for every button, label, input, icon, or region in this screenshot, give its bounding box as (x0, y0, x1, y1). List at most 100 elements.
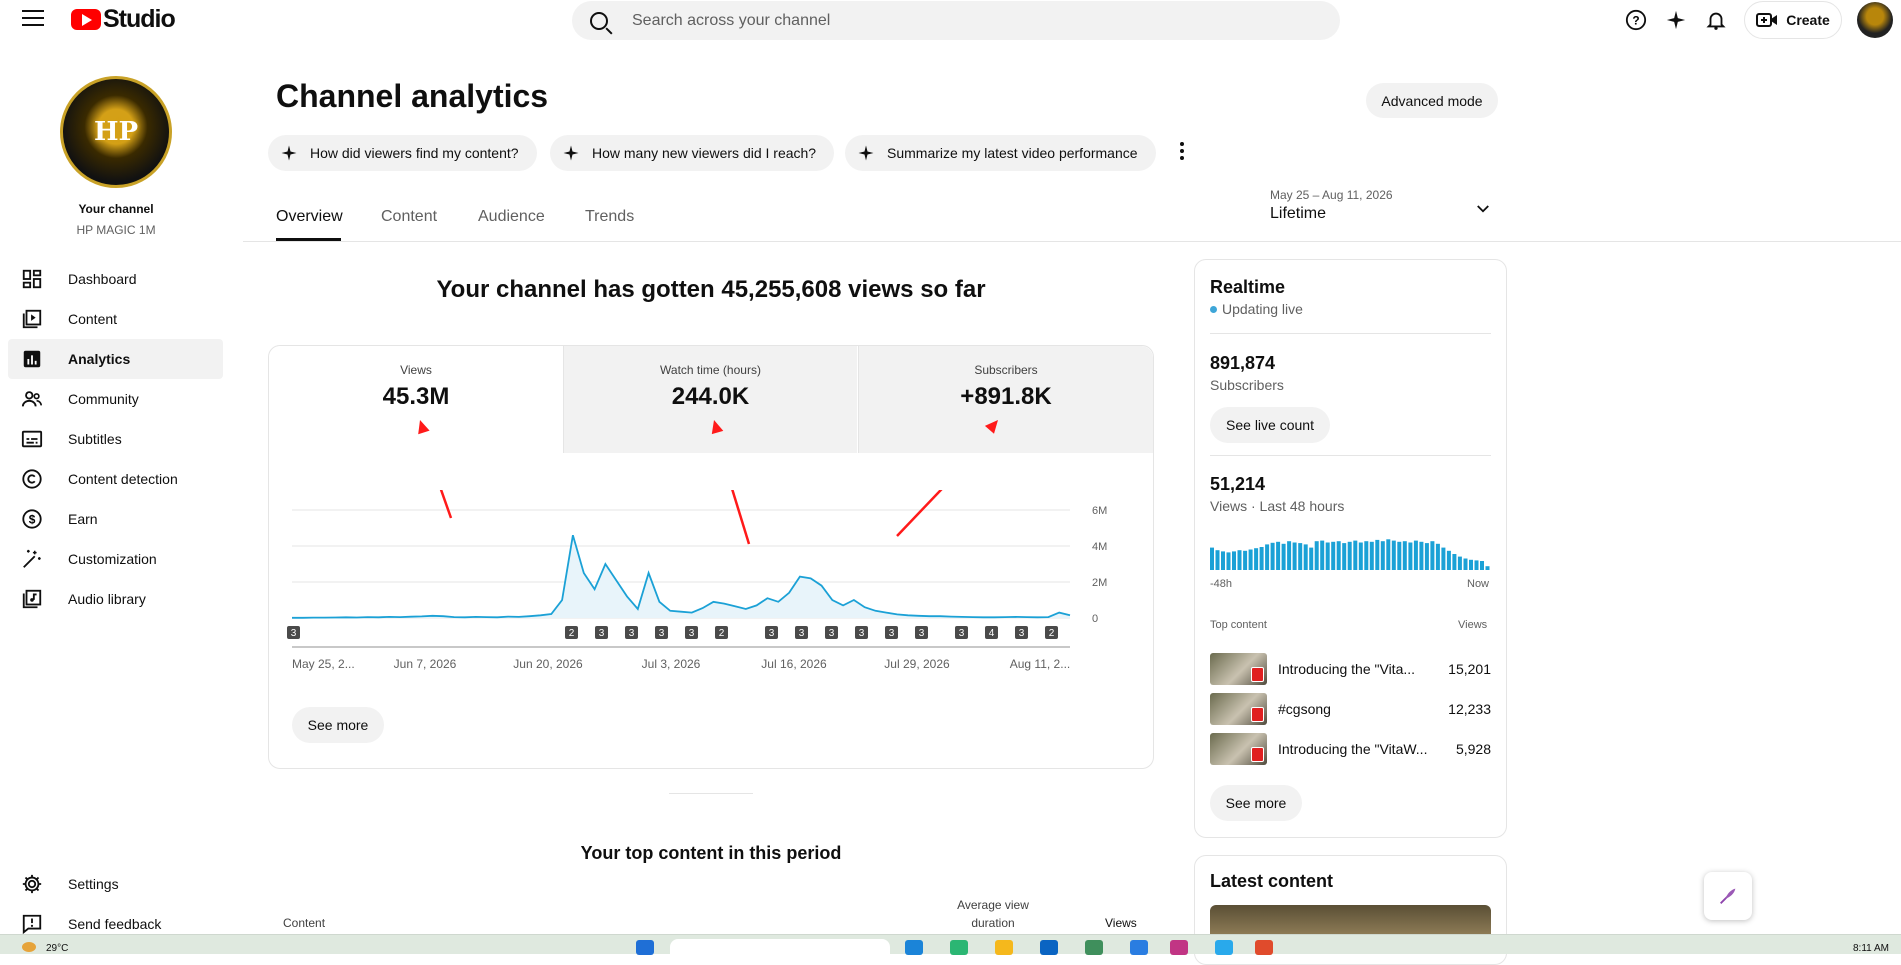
realtime-bar (1469, 559, 1473, 570)
upload-marker-count: 3 (689, 628, 695, 639)
column-header-avg-view-duration[interactable]: Average view duration (957, 898, 1029, 930)
taskbar-app-icon[interactable] (995, 940, 1013, 955)
realtime-status: Updating live (1210, 301, 1303, 317)
sidebar-item-label: Analytics (68, 351, 131, 367)
metric-value: 45.3M (382, 383, 450, 410)
metric-value: +891.8K (960, 383, 1052, 410)
realtime-bar (1248, 549, 1253, 570)
upload-marker-count: 2 (1049, 628, 1055, 639)
search-input[interactable]: Search across your channel (632, 12, 830, 30)
notifications-icon[interactable] (1704, 8, 1728, 32)
video-title: Introducing the "Vita... (1278, 661, 1416, 677)
see-more-button[interactable]: See more (292, 707, 384, 743)
sparkle-icon[interactable] (1664, 8, 1688, 32)
tab-trends[interactable]: Trends (585, 208, 634, 226)
metric-label: Views (400, 363, 432, 377)
realtime-bar (1237, 550, 1242, 570)
sidebar-item-community[interactable]: Community (8, 379, 223, 419)
realtime-see-more-button[interactable]: See more (1210, 785, 1302, 821)
sidebar-item-label: Settings (68, 876, 119, 892)
sidebar-item-label: Community (68, 391, 139, 407)
realtime-bar (1221, 551, 1225, 570)
taskbar-app-icon[interactable] (950, 940, 968, 955)
dashboard-icon (20, 267, 44, 291)
channel-avatar-text: HP (93, 117, 139, 147)
suggestion-chip[interactable]: Summarize my latest video performance (845, 135, 1156, 171)
upload-marker-count: 3 (889, 628, 895, 639)
upload-marker-count: 4 (989, 628, 995, 639)
studio-logo[interactable]: Studio (71, 5, 176, 34)
chart-line (292, 534, 1071, 619)
top-content-item[interactable]: Introducing the "VitaW... 5,928 (1210, 733, 1491, 765)
help-icon[interactable]: ? (1624, 8, 1648, 32)
taskbar-app-icon[interactable] (1130, 940, 1148, 955)
taskbar-app-icon[interactable] (1170, 940, 1188, 955)
chevron-down-icon[interactable] (1474, 200, 1492, 218)
menu-icon[interactable] (22, 10, 44, 28)
see-live-count-button[interactable]: See live count (1210, 407, 1330, 443)
sidebar-item-label: Dashboard (68, 271, 137, 287)
column-header-views[interactable]: Views (1105, 916, 1137, 930)
realtime-bar (1391, 540, 1396, 570)
sidebar-item-settings[interactable]: Settings (8, 864, 223, 904)
realtime-bar (1474, 560, 1479, 570)
sidebar-item-subtitles[interactable]: Subtitles (8, 419, 223, 459)
upload-marker-count: 3 (599, 628, 605, 639)
sidebar-item-label: Customization (68, 551, 157, 567)
suggestion-label: Summarize my latest video performance (887, 145, 1138, 161)
top-content-title: Your top content in this period (580, 843, 842, 863)
top-content-item[interactable]: Introducing the "Vita... 15,201 (1210, 653, 1491, 685)
taskbar-app-icon[interactable] (1255, 940, 1273, 955)
taskbar-app-icon[interactable] (1040, 940, 1058, 955)
realtime-bar (1331, 541, 1336, 570)
taskbar-search[interactable] (670, 939, 890, 955)
top-content-item[interactable]: #cgsong 12,233 (1210, 693, 1491, 725)
sidebar-item-content-detection[interactable]: Content detection (8, 459, 223, 499)
subtitles-icon (20, 427, 44, 451)
upload-marker-count: 3 (799, 628, 805, 639)
column-header-content[interactable]: Content (283, 916, 325, 930)
sidebar-item-label: Content (68, 311, 118, 327)
search-bar[interactable]: Search across your channel (572, 1, 1340, 40)
sidebar-item-audio-library[interactable]: Audio library (8, 579, 223, 619)
tabs-divider (243, 241, 1901, 242)
realtime-views-bars[interactable] (1210, 538, 1491, 570)
tab-audience[interactable]: Audience (478, 208, 545, 226)
realtime-bar (1424, 543, 1429, 570)
tab-overview[interactable]: Overview (276, 208, 343, 226)
clock: 8:11 AM (1853, 943, 1889, 954)
advanced-mode-button[interactable]: Advanced mode (1366, 83, 1498, 118)
account-avatar[interactable] (1857, 2, 1893, 38)
dollar-icon: $ (20, 507, 44, 531)
latest-video-thumbnail[interactable] (1210, 905, 1491, 934)
channel-avatar[interactable]: HP (60, 76, 172, 188)
sidebar-item-analytics[interactable]: Analytics (8, 339, 223, 379)
feedback-fab-button[interactable] (1704, 872, 1752, 920)
realtime-bar (1210, 547, 1214, 570)
sidebar-item-dashboard[interactable]: Dashboard (8, 259, 223, 299)
upload-marker-count: 3 (859, 628, 865, 639)
taskbar-app-icon[interactable] (1215, 940, 1233, 955)
sidebar-item-earn[interactable]: $ Earn (8, 499, 223, 539)
sidebar-item-content[interactable]: Content (8, 299, 223, 339)
suggestion-chip[interactable]: How many new viewers did I reach? (550, 135, 835, 171)
realtime-bar (1265, 544, 1270, 570)
content-icon (20, 307, 44, 331)
realtime-bar (1226, 552, 1231, 570)
more-options-icon[interactable] (1178, 140, 1186, 164)
x-tick-label: Jul 16, 2026 (761, 657, 827, 671)
taskbar-app-icon[interactable] (905, 940, 923, 955)
sidebar-item-label: Subtitles (68, 431, 122, 447)
search-icon (590, 11, 608, 30)
upload-marker-count: 2 (569, 628, 575, 639)
tab-content[interactable]: Content (381, 208, 437, 226)
sidebar-item-customization[interactable]: Customization (8, 539, 223, 579)
taskbar-app-icon[interactable] (1085, 940, 1103, 955)
create-button[interactable]: Create (1744, 1, 1842, 39)
realtime-bar (1408, 542, 1413, 570)
suggestion-chip[interactable]: How did viewers find my content? (268, 135, 537, 171)
windows-start-icon[interactable] (636, 940, 654, 955)
upload-marker-count: 3 (769, 628, 775, 639)
views-headline: Your channel has gotten 45,255,608 views… (436, 276, 986, 303)
realtime-bar (1232, 551, 1236, 570)
